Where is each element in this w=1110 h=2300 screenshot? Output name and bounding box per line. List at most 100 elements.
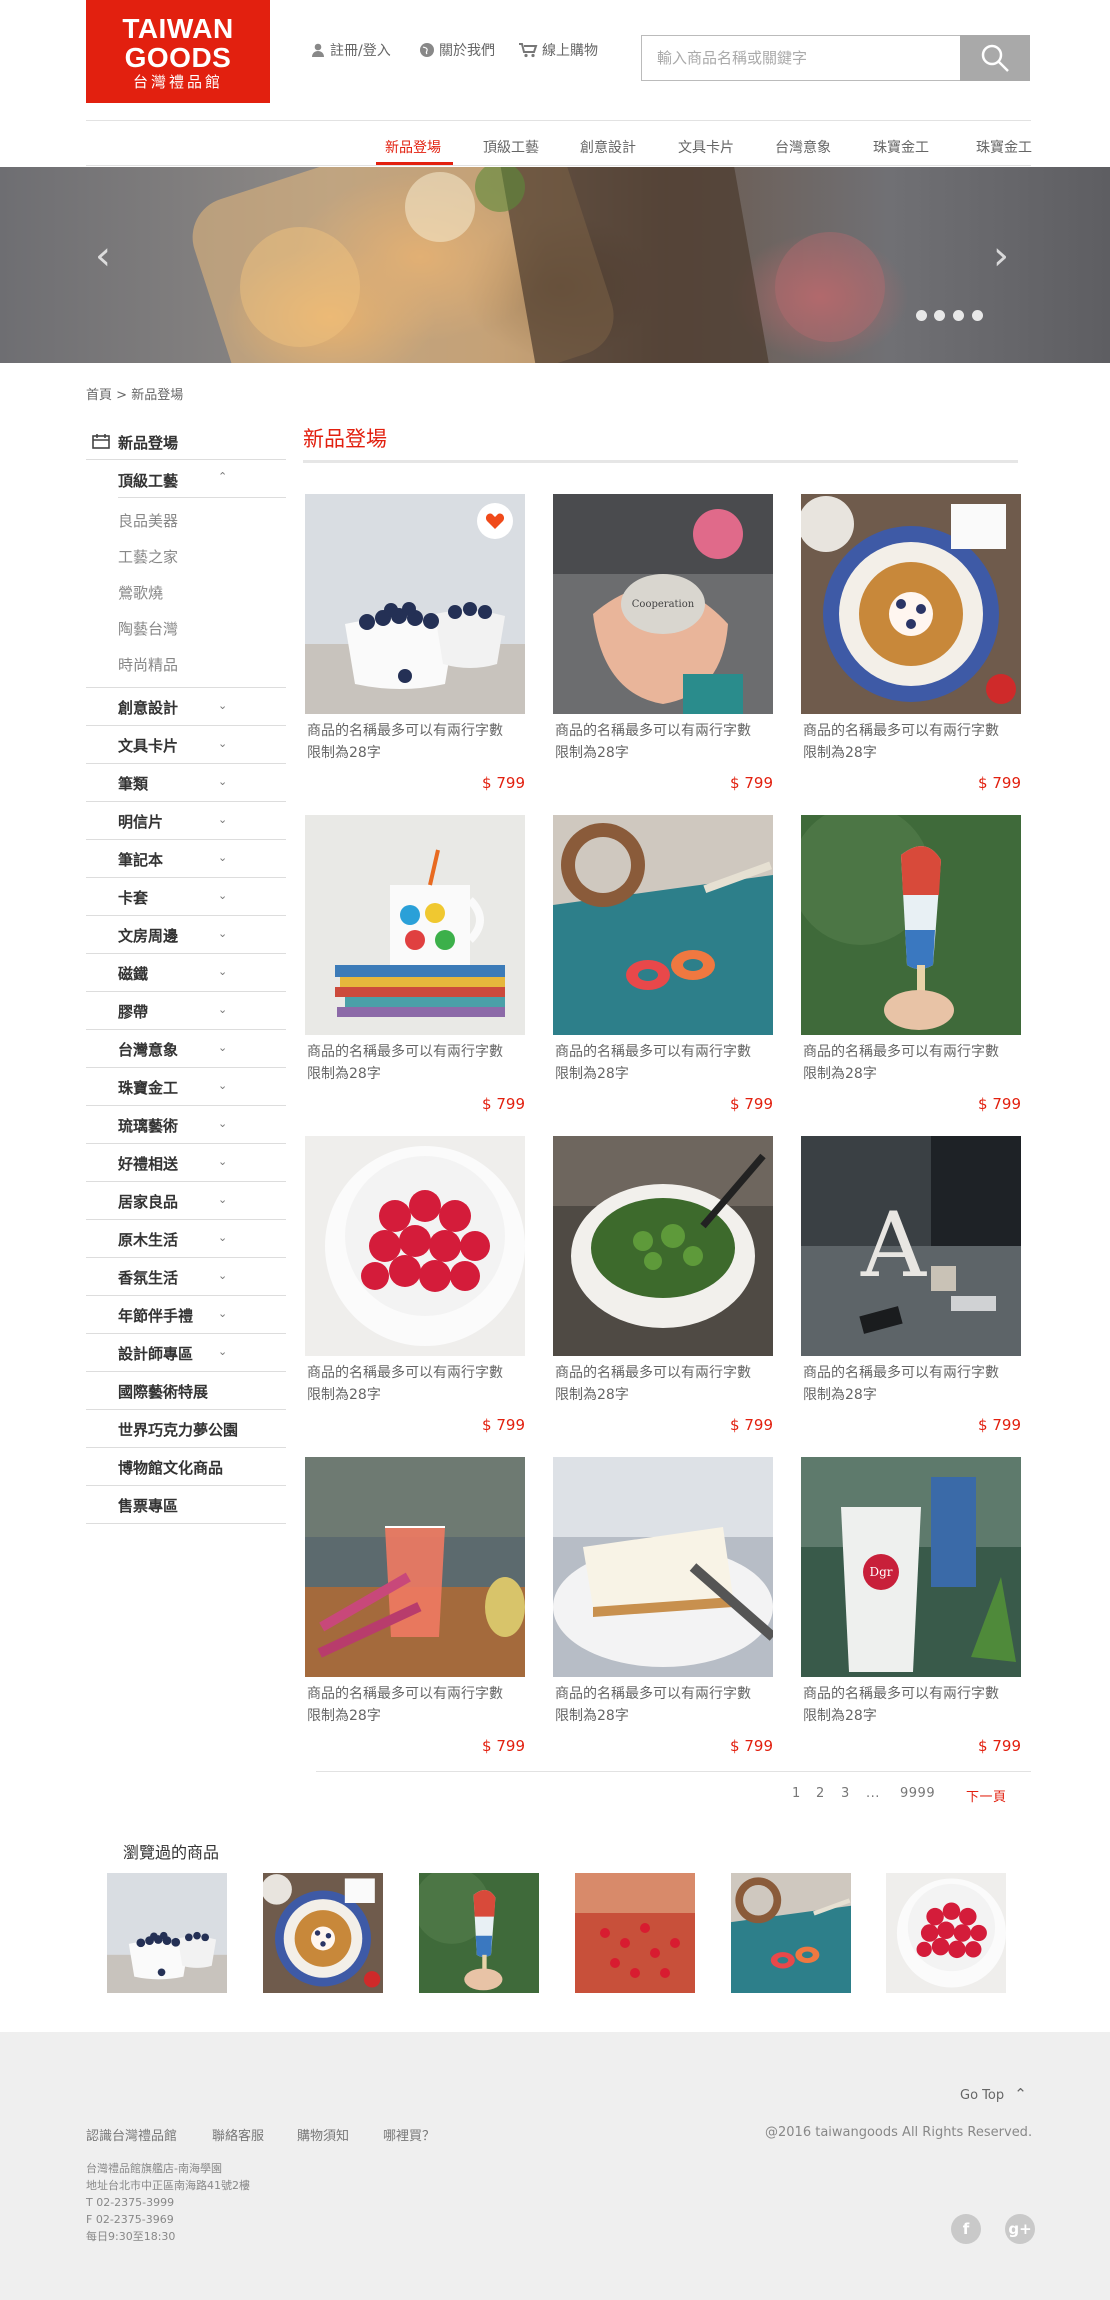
product-name[interactable]: 商品的名稱最多可以有兩行字數 限制為28字 [307,1362,529,1406]
go-top-link[interactable]: Go Top ⌃ [960,2085,1027,2103]
sidebar-header[interactable]: 新品登場 [118,432,178,453]
product-image[interactable] [553,1136,773,1356]
page-link-2[interactable]: 2 [816,1786,825,1801]
product-image[interactable] [305,815,525,1035]
footer-link-where[interactable]: 哪裡買？ [383,2125,435,2144]
next-page-link[interactable]: 下一頁 [966,1786,1007,1805]
sidebar-item[interactable]: 明信片 [118,811,163,832]
favorite-button[interactable] [477,503,513,539]
viewed-product-thumbnail[interactable] [575,1873,695,1993]
product-image[interactable] [801,815,1021,1035]
nav-jewelry[interactable]: 珠寶金工 [873,137,929,157]
viewed-product-thumbnail[interactable] [107,1873,227,1993]
banner-dot-2[interactable] [934,310,945,321]
sidebar-item[interactable]: 世界巧克力夢公園 [118,1419,238,1440]
sidebar-item[interactable]: 香氛生活 [118,1267,178,1288]
product-name[interactable]: 商品的名稱最多可以有兩行字數 限制為28字 [555,1041,777,1085]
sidebar-item[interactable]: 磁鐵 [118,963,148,984]
product-name[interactable]: 商品的名稱最多可以有兩行字數 限制為28字 [307,1041,529,1085]
sidebar-item[interactable]: 好禮相送 [118,1153,178,1174]
sidebar-item-craft[interactable]: 頂級工藝 [118,470,178,491]
product-name[interactable]: 商品的名稱最多可以有兩行字數 限制為28字 [803,1362,1025,1406]
product-image[interactable] [305,1136,525,1356]
sidebar-item[interactable]: 原木生活 [118,1229,178,1250]
chevron-down-icon[interactable]: ⌄ [218,927,227,940]
facebook-icon[interactable]: f [951,2214,981,2244]
page-link-last[interactable]: 9999 [900,1786,935,1801]
chevron-down-icon[interactable]: ⌄ [218,1193,227,1206]
sidebar-item[interactable]: 居家良品 [118,1191,178,1212]
product-image[interactable]: Dgr [801,1457,1021,1677]
sidebar-subitem[interactable]: 工藝之家 [118,546,178,567]
nav-craft[interactable]: 頂級工藝 [483,137,539,157]
product-name[interactable]: 商品的名稱最多可以有兩行字數 限制為28字 [803,1683,1025,1727]
product-image[interactable]: A [801,1136,1021,1356]
chevron-down-icon[interactable]: ⌄ [218,965,227,978]
viewed-product-thumbnail[interactable] [886,1873,1006,1993]
product-image[interactable] [801,494,1021,714]
chevron-down-icon[interactable]: ⌄ [218,1041,227,1054]
sidebar-subitem[interactable]: 陶藝台灣 [118,618,178,639]
product-image[interactable] [553,1457,773,1677]
page-link-3[interactable]: 3 [841,1786,850,1801]
product-name[interactable]: 商品的名稱最多可以有兩行字數 限制為28字 [803,720,1025,764]
banner-prev-arrow[interactable]: ‹ [95,236,111,276]
sidebar-item[interactable]: 年節伴手禮 [118,1305,193,1326]
sidebar-item[interactable]: 卡套 [118,887,148,908]
product-name[interactable]: 商品的名稱最多可以有兩行字數 限制為28字 [307,1683,529,1727]
banner-dot-4[interactable] [972,310,983,321]
hero-banner[interactable] [0,167,1110,363]
nav-new[interactable]: 新品登場 [385,137,441,157]
chevron-down-icon[interactable]: ⌄ [218,699,227,712]
product-image[interactable] [305,1457,525,1677]
viewed-product-thumbnail[interactable] [419,1873,539,1993]
banner-dot-1[interactable] [916,310,927,321]
about-link[interactable]: 關於我們 [419,40,495,60]
chevron-down-icon[interactable]: ⌄ [218,813,227,826]
nav-creative[interactable]: 創意設計 [580,137,636,157]
product-name[interactable]: 商品的名稱最多可以有兩行字數 限制為28字 [803,1041,1025,1085]
chevron-up-icon[interactable]: ⌃ [218,470,227,483]
logo[interactable]: TAIWAN GOODS 台灣禮品館 [86,0,270,103]
login-link[interactable]: 註冊/登入 [310,40,391,60]
chevron-down-icon[interactable]: ⌄ [218,1079,227,1092]
google-plus-icon[interactable]: g+ [1005,2214,1035,2244]
sidebar-subitem[interactable]: 鶯歌燒 [118,582,163,603]
sidebar-item[interactable]: 創意設計 [118,697,178,718]
product-name[interactable]: 商品的名稱最多可以有兩行字數 限制為28字 [307,720,529,764]
sidebar-subitem[interactable]: 良品美器 [118,510,178,531]
sidebar-item[interactable]: 文具卡片 [118,735,178,756]
search-button[interactable] [960,35,1030,81]
nav-stationery[interactable]: 文具卡片 [678,137,734,157]
product-name[interactable]: 商品的名稱最多可以有兩行字數 限制為28字 [555,1362,777,1406]
product-image[interactable] [553,815,773,1035]
chevron-down-icon[interactable]: ⌄ [218,1307,227,1320]
footer-link-guide[interactable]: 購物須知 [297,2125,349,2144]
chevron-down-icon[interactable]: ⌄ [218,1155,227,1168]
nav-jewelry-2[interactable]: 珠寶金工 [976,137,1032,157]
breadcrumb-home[interactable]: 首頁 [86,388,112,403]
sidebar-item[interactable]: 售票專區 [118,1495,178,1516]
chevron-down-icon[interactable]: ⌄ [218,737,227,750]
footer-link-service[interactable]: 聯絡客服 [212,2125,264,2144]
product-name[interactable]: 商品的名稱最多可以有兩行字數 限制為28字 [555,720,777,764]
sidebar-item[interactable]: 文房周邊 [118,925,178,946]
sidebar-item[interactable]: 台灣意象 [118,1039,178,1060]
chevron-down-icon[interactable]: ⌄ [218,1117,227,1130]
sidebar-item[interactable]: 膠帶 [118,1001,148,1022]
search-input[interactable]: 輸入商品名稱或關鍵字 [641,35,961,81]
sidebar-item[interactable]: 珠寶金工 [118,1077,178,1098]
banner-dot-3[interactable] [953,310,964,321]
viewed-product-thumbnail[interactable] [731,1873,851,1993]
sidebar-item[interactable]: 筆記本 [118,849,163,870]
chevron-down-icon[interactable]: ⌄ [218,1269,227,1282]
chevron-down-icon[interactable]: ⌄ [218,851,227,864]
sidebar-item[interactable]: 國際藝術特展 [118,1381,208,1402]
footer-link-about[interactable]: 認識台灣禮品館 [86,2125,177,2144]
sidebar-item[interactable]: 博物館文化商品 [118,1457,223,1478]
viewed-product-thumbnail[interactable] [263,1873,383,1993]
sidebar-item[interactable]: 琉璃藝術 [118,1115,178,1136]
shop-link[interactable]: 線上購物 [518,40,598,60]
sidebar-subitem[interactable]: 時尚精品 [118,654,178,675]
chevron-down-icon[interactable]: ⌄ [218,1345,227,1358]
